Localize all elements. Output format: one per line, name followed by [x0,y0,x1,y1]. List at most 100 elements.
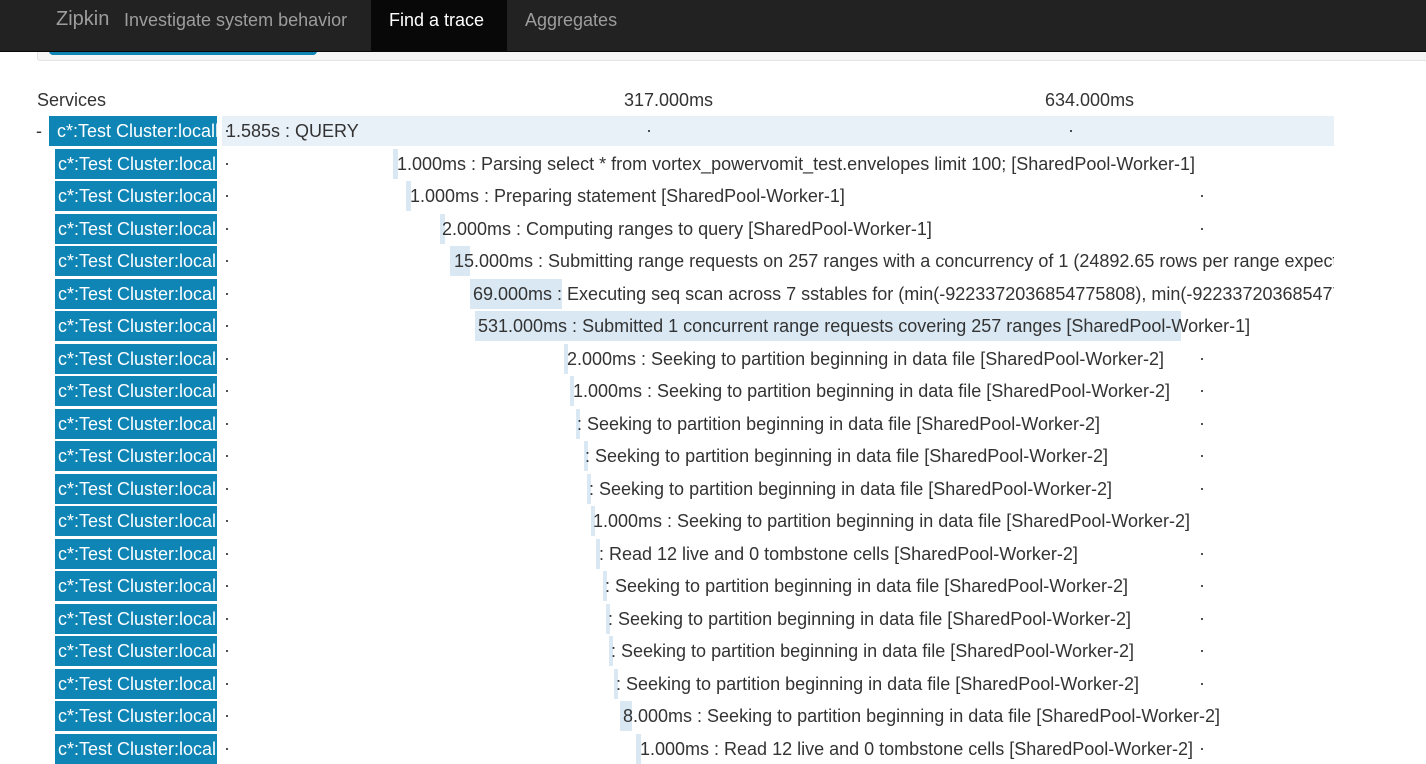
span-label: : Read 12 live and 0 tombstone cells [Sh… [599,543,1078,564]
tab-find-a-trace[interactable]: Find a trace [371,0,507,51]
span-label: : Seeking to partition beginning in data… [605,576,1128,596]
tick-marker: · [224,477,230,498]
span-row[interactable]: c*:Test Cluster:localhost · 1.000ms : Pars… [0,148,1334,182]
tick-marker: · [1199,542,1205,563]
service-name[interactable]: c*:Test Cluster:localhost [55,571,217,601]
span-label: 1.000ms : Preparing statement [SharedPoo… [410,186,845,206]
service-name[interactable]: c*:Test Cluster:localhost [55,473,217,504]
tick-marker: · [1199,607,1205,628]
tick-marker: · [224,445,230,465]
tick-marker: · [1199,380,1205,400]
span-row[interactable]: c*:Test Cluster:localhost · · 1.000ms : See… [0,376,1334,409]
tick-marker: · [224,380,230,400]
span-row[interactable]: c*:Test Cluster:localhost · · 2.000ms : Com… [0,213,1334,247]
tick-marker: · [224,510,230,530]
navbar: Zipkin Investigate system behavior Find … [0,0,1426,52]
tick-marker: · [224,250,230,270]
tick-marker: · [224,575,230,595]
tick-marker: · [224,152,230,173]
service-name[interactable]: c*:Test Cluster:localhost [55,343,217,374]
span-label: 69.000ms : Executing seq scan across 7 s… [473,283,1334,304]
tick-marker: · [224,640,230,660]
tick-marker: · [1199,412,1205,433]
tick-marker: · [1199,575,1205,595]
span-row[interactable]: c*:Test Cluster:localhost · 531.000ms : Su… [0,311,1334,344]
tick-marker: · [224,672,230,693]
tick-marker: · [224,217,230,238]
service-name[interactable]: c*:Test Cluster:localhost [55,733,217,764]
service-name[interactable]: c*:Test Cluster:localhost [49,116,217,146]
service-name[interactable]: c*:Test Cluster:localhost [55,668,217,699]
span-label: 2.000ms : Computing ranges to query [Sha… [442,218,932,239]
tick-marker: · [224,705,230,725]
service-name[interactable]: c*:Test Cluster:localhost [55,278,217,309]
span-label: : Seeking to partition beginning in data… [577,413,1100,434]
span-row[interactable]: c*:Test Cluster:localhost · 69.000ms : Exe… [0,278,1334,312]
tick-marker: · [1199,672,1205,693]
span-row[interactable]: c*:Test Cluster:localhost · · : Seeking to… [0,441,1334,474]
span-row[interactable]: c*:Test Cluster:localhost · · : Seeking to… [0,571,1334,604]
service-name[interactable]: c*:Test Cluster:localhost [55,148,217,179]
tick-marker: · [224,315,230,335]
span-label: 2.000ms : Seeking to partition beginning… [567,348,1165,369]
span-label: 1.000ms : Read 12 live and 0 tombstone c… [640,738,1193,759]
tick-marker: · [224,737,230,758]
span-bar[interactable] [222,116,1334,146]
service-name[interactable]: c*:Test Cluster:localhost [55,603,217,634]
service-name[interactable]: c*:Test Cluster:localhost [55,246,217,276]
tick-marker: · [1199,640,1205,660]
service-name[interactable]: c*:Test Cluster:localhost [55,538,217,569]
tick-marker: · [1199,217,1205,238]
span-row[interactable]: c*:Test Cluster:localhost · · 2.000ms : See… [0,343,1334,377]
collapse-toggle[interactable]: - [36,121,42,142]
span-row[interactable]: c*:Test Cluster:localhost · · : Read 12 li… [0,538,1334,572]
span-label: : Seeking to partition beginning in data… [585,446,1108,466]
tick-marker: · [224,185,230,205]
span-row[interactable]: c*:Test Cluster:localhost · · : Seeking to… [0,603,1334,637]
service-name[interactable]: c*:Test Cluster:localhost [55,408,217,439]
span-label: 8.000ms : Seeking to partition beginning… [623,706,1221,726]
tab-aggregates[interactable]: Aggregates [507,0,635,51]
tick-marker: · [224,607,230,628]
service-name[interactable]: c*:Test Cluster:localhost [55,701,217,731]
tick-marker: · [1199,445,1205,465]
service-name[interactable]: c*:Test Cluster:localhost [55,506,217,536]
span-row[interactable]: c*:Test Cluster:localhost · 8.000ms : Seek… [0,701,1334,734]
service-name[interactable]: c*:Test Cluster:localhost [55,181,217,211]
span-row[interactable]: -c*:Test Cluster:localhost···1.585s : QU… [0,116,1334,149]
span-row[interactable]: c*:Test Cluster:localhost · · : Seeking to… [0,636,1334,669]
span-label: : Seeking to partition beginning in data… [616,673,1139,694]
span-label: : Seeking to partition beginning in data… [608,608,1131,629]
service-name[interactable]: c*:Test Cluster:localhost [55,376,217,406]
span-row[interactable]: c*:Test Cluster:localhost · · : Seeking to… [0,473,1334,507]
span-row[interactable]: c*:Test Cluster:localhost · 15.000ms : Sub… [0,246,1334,279]
service-name[interactable]: c*:Test Cluster:localhost [55,213,217,244]
tick-marker: · [1199,477,1205,498]
span-label: 1.000ms : Seeking to partition beginning… [573,381,1171,401]
brand-logo[interactable]: Zipkin [56,8,109,31]
span-row[interactable]: c*:Test Cluster:localhost · · : Seeking to… [0,668,1334,702]
span-row[interactable]: c*:Test Cluster:localhost · 1.000ms : Seek… [0,506,1334,539]
span-row[interactable]: c*:Test Cluster:localhost · · 1.000ms : Rea… [0,733,1334,764]
span-label: : Seeking to partition beginning in data… [589,478,1112,499]
span-row[interactable]: c*:Test Cluster:localhost · · 1.000ms : Pre… [0,181,1334,214]
span-label: 15.000ms : Submitting range requests on … [454,251,1334,271]
tick-marker: · [1199,737,1205,758]
tick-marker: · [224,412,230,433]
tick-marker: · [1068,120,1074,140]
span-label: 1.000ms : Parsing select * from vortex_p… [397,153,1196,174]
span-label: 531.000ms : Submitted 1 concurrent range… [478,316,1251,336]
tick-marker: · [224,347,230,368]
service-name[interactable]: c*:Test Cluster:localhost [55,441,217,471]
span-label: 1.000ms : Seeking to partition beginning… [593,511,1191,531]
tick-marker: · [224,542,230,563]
tick-marker: · [224,282,230,303]
service-name[interactable]: c*:Test Cluster:localhost [55,636,217,666]
tick-marker: · [1199,185,1205,205]
tick-marker: · [646,120,652,140]
tagline: Investigate system behavior [124,10,348,30]
span-row[interactable]: c*:Test Cluster:localhost · · : Seeking to… [0,408,1334,442]
service-name[interactable]: c*:Test Cluster:localhost [55,311,217,341]
tick-marker: · [1199,347,1205,368]
span-label: 1.585s : QUERY [226,121,359,141]
